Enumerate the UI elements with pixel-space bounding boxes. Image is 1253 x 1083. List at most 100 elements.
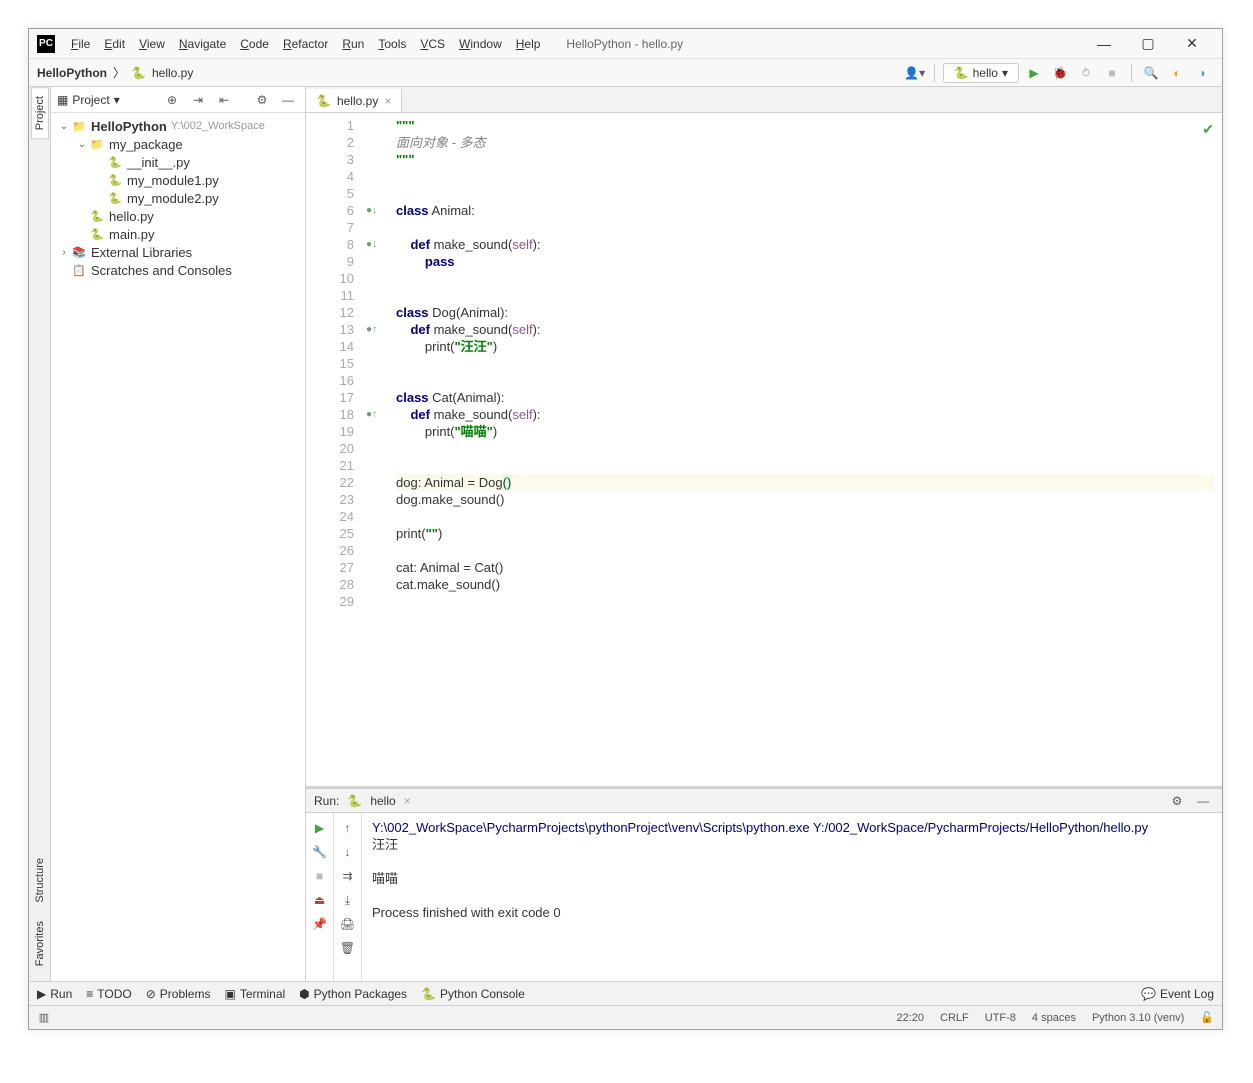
tab-hello-py[interactable]: 🐍 hello.py × xyxy=(306,89,402,112)
tree-item[interactable]: ⌄📁my_package xyxy=(51,135,305,153)
tab-problems[interactable]: ⊘Problems xyxy=(146,987,211,1001)
close-icon[interactable]: × xyxy=(404,794,411,808)
tree-item[interactable]: 🐍main.py xyxy=(51,225,305,243)
close-icon[interactable]: × xyxy=(384,94,391,108)
indent-info[interactable]: 4 spaces xyxy=(1024,1012,1084,1024)
navigation-bar: HelloPython 〉 🐍 hello.py 👤▾ 🐍 hello ▾ ▶ … xyxy=(29,59,1222,87)
target-icon[interactable]: ⊕ xyxy=(161,89,183,111)
trash-icon[interactable]: 🗑 xyxy=(337,937,359,959)
run-config-name[interactable]: hello xyxy=(370,794,395,808)
scroll-icon[interactable]: ⤓ xyxy=(337,889,359,911)
status-bar: ▥ 22:20 CRLF UTF-8 4 spaces Python 3.10 … xyxy=(29,1005,1222,1029)
tab-structure[interactable]: Structure xyxy=(31,849,49,912)
menu-edit[interactable]: Edit xyxy=(98,35,131,53)
soft-wrap-icon[interactable]: ⇉ xyxy=(337,865,359,887)
titlebar: PC FileEditViewNavigateCodeRefactorRunTo… xyxy=(29,29,1222,59)
stop-button[interactable]: ■ xyxy=(1101,62,1123,84)
lock-icon[interactable]: 🔓 xyxy=(1192,1011,1222,1024)
cursor-position[interactable]: 22:20 xyxy=(888,1012,932,1024)
tree-item[interactable]: 🐍my_module2.py xyxy=(51,189,305,207)
bottom-tabs: ▶Run ≡TODO ⊘Problems ▣Terminal ⬢Python P… xyxy=(29,981,1222,1005)
app-logo: PC xyxy=(37,35,55,53)
search-icon[interactable]: 🔍 xyxy=(1140,62,1162,84)
rerun-button[interactable]: ▶ xyxy=(309,817,331,839)
tab-terminal[interactable]: ▣Terminal xyxy=(224,987,285,1001)
ide-icon[interactable]: ◗ xyxy=(1192,62,1214,84)
main-menu: FileEditViewNavigateCodeRefactorRunTools… xyxy=(65,35,546,53)
menu-code[interactable]: Code xyxy=(234,35,275,53)
menu-vcs[interactable]: VCS xyxy=(414,35,451,53)
menu-view[interactable]: View xyxy=(133,35,171,53)
close-button[interactable]: ✕ xyxy=(1170,30,1214,58)
window-title: HelloPython - hello.py xyxy=(566,37,683,51)
tab-todo[interactable]: ≡TODO xyxy=(86,987,131,1001)
stop-icon[interactable]: ■ xyxy=(309,865,331,887)
pin-icon[interactable]: 📌 xyxy=(309,913,331,935)
code-editor[interactable]: 1234567891011121314151617181920212223242… xyxy=(306,113,1222,786)
breadcrumb-file[interactable]: hello.py xyxy=(152,66,193,80)
menu-navigate[interactable]: Navigate xyxy=(173,35,232,53)
expand-icon[interactable]: ⇥ xyxy=(187,89,209,111)
tree-item[interactable]: ⌄📁HelloPythonY:\002_WorkSpace xyxy=(51,117,305,135)
coverage-button[interactable]: ⥁ xyxy=(1075,62,1097,84)
breadcrumb[interactable]: HelloPython 〉 🐍 hello.py xyxy=(37,64,193,81)
collapse-icon[interactable]: ⇤ xyxy=(213,89,235,111)
menu-file[interactable]: File xyxy=(65,35,96,53)
editor-area: 🐍 hello.py × 123456789101112131415161718… xyxy=(306,87,1222,981)
maximize-button[interactable]: ▢ xyxy=(1126,30,1170,58)
tab-favorites[interactable]: Favorites xyxy=(31,912,49,975)
tree-item[interactable]: 📋Scratches and Consoles xyxy=(51,261,305,279)
menu-window[interactable]: Window xyxy=(453,35,508,53)
menu-run[interactable]: Run xyxy=(336,35,370,53)
folder-icon: ▦ xyxy=(57,93,68,107)
tab-event-log[interactable]: 💬Event Log xyxy=(1141,987,1214,1001)
print-icon[interactable]: 🖨 xyxy=(337,913,359,935)
gear-icon[interactable]: ⚙ xyxy=(251,89,273,111)
tree-item[interactable]: ›📚External Libraries xyxy=(51,243,305,261)
minimize-button[interactable]: — xyxy=(1082,30,1126,58)
project-tree[interactable]: ⌄📁HelloPythonY:\002_WorkSpace⌄📁my_packag… xyxy=(51,113,305,981)
wrench-icon[interactable]: 🔧 xyxy=(309,841,331,863)
hide-icon[interactable]: — xyxy=(1192,790,1214,812)
hide-icon[interactable]: — xyxy=(277,89,299,111)
tab-run[interactable]: ▶Run xyxy=(37,987,72,1001)
run-header: Run: 🐍 hello × ⚙ — xyxy=(306,789,1222,813)
menu-refactor[interactable]: Refactor xyxy=(277,35,334,53)
run-toolbar-2: ↑ ↓ ⇉ ⤓ 🖨 🗑 xyxy=(334,813,362,981)
panel-header: ▦ Project ▾ ⊕ ⇥ ⇤ ⚙ — xyxy=(51,87,305,113)
ide-window: PC FileEditViewNavigateCodeRefactorRunTo… xyxy=(28,28,1223,1030)
users-icon[interactable]: 👤▾ xyxy=(904,62,926,84)
chevron-down-icon[interactable]: ▾ xyxy=(114,93,120,107)
down-icon[interactable]: ↓ xyxy=(337,841,359,863)
up-icon[interactable]: ↑ xyxy=(337,817,359,839)
tree-item[interactable]: 🐍hello.py xyxy=(51,207,305,225)
line-separator[interactable]: CRLF xyxy=(932,1012,977,1024)
menu-help[interactable]: Help xyxy=(510,35,547,53)
python-icon: 🐍 xyxy=(316,94,331,108)
run-button[interactable]: ▶ xyxy=(1023,62,1045,84)
exit-icon[interactable]: ⏏ xyxy=(309,889,331,911)
gear-icon[interactable]: ⚙ xyxy=(1166,790,1188,812)
python-icon: 🐍 xyxy=(954,66,969,80)
project-panel: ▦ Project ▾ ⊕ ⇥ ⇤ ⚙ — ⌄📁HelloPythonY:\00… xyxy=(51,87,306,981)
python-interpreter[interactable]: Python 3.10 (venv) xyxy=(1084,1012,1192,1024)
run-label: Run: xyxy=(314,794,339,808)
tree-item[interactable]: 🐍my_module1.py xyxy=(51,171,305,189)
tree-item[interactable]: 🐍__init__.py xyxy=(51,153,305,171)
breadcrumb-project[interactable]: HelloPython xyxy=(37,66,107,80)
run-toolbar: ▶ 🔧 ■ ⏏ 📌 xyxy=(306,813,334,981)
menu-tools[interactable]: Tools xyxy=(372,35,412,53)
check-icon: ✔ xyxy=(1202,121,1214,138)
console-output[interactable]: Y:\002_WorkSpace\PycharmProjects\pythonP… xyxy=(362,813,1222,981)
panel-title[interactable]: Project xyxy=(72,93,109,107)
tab-packages[interactable]: ⬢Python Packages xyxy=(299,987,407,1001)
file-encoding[interactable]: UTF-8 xyxy=(977,1012,1024,1024)
tool-windows-icon[interactable]: ▥ xyxy=(33,1007,55,1029)
update-icon[interactable]: ◐ xyxy=(1166,62,1188,84)
chevron-down-icon: ▾ xyxy=(1002,66,1008,80)
tab-project[interactable]: Project xyxy=(31,87,49,139)
python-icon: 🐍 xyxy=(131,66,146,80)
tab-console[interactable]: 🐍Python Console xyxy=(421,987,525,1001)
debug-button[interactable]: 🐞 xyxy=(1049,62,1071,84)
run-config-selector[interactable]: 🐍 hello ▾ xyxy=(943,63,1019,83)
